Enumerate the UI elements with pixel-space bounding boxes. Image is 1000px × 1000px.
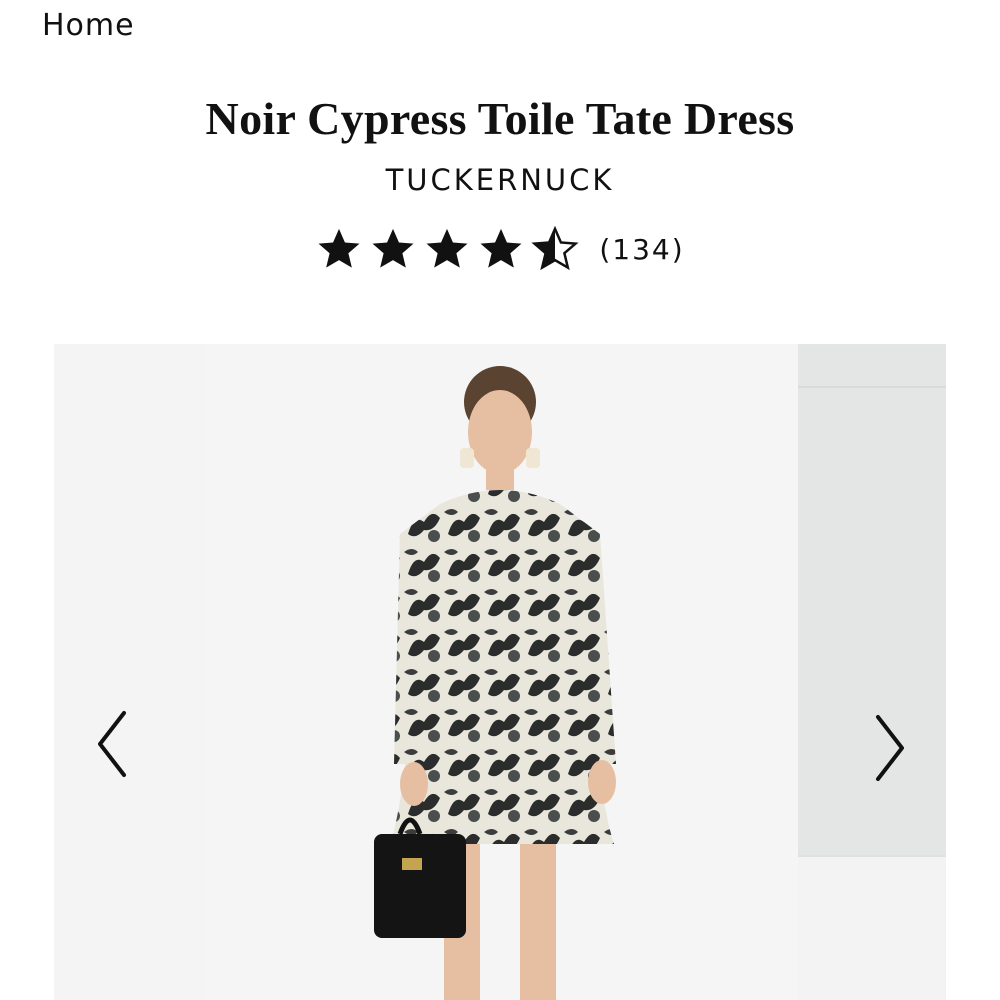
chevron-left-icon — [98, 711, 126, 777]
next-image-button[interactable] — [858, 708, 918, 788]
prev-image-button[interactable] — [84, 704, 144, 784]
previous-slide-image[interactable] — [54, 344, 204, 1000]
floor — [798, 855, 946, 1000]
model-photo — [374, 366, 616, 1000]
wall-molding — [798, 386, 946, 388]
half-star-icon — [531, 226, 579, 271]
star-icon — [318, 228, 360, 268]
product-image-gallery[interactable] — [0, 344, 1000, 1000]
product-brand[interactable]: TUCKERNUCK — [0, 163, 1000, 197]
star-icon — [372, 228, 414, 268]
star-rating — [315, 226, 579, 272]
next-slide-image[interactable] — [798, 344, 946, 1000]
product-rating[interactable]: (134) — [0, 226, 1000, 272]
star-icon — [426, 228, 468, 268]
breadcrumb-home[interactable]: Home — [42, 8, 135, 43]
product-image[interactable] — [204, 344, 798, 1000]
product-title: Noir Cypress Toile Tate Dress — [205, 93, 795, 144]
review-count[interactable]: (134) — [599, 233, 684, 266]
chevron-right-icon — [876, 715, 904, 781]
star-icon — [480, 228, 522, 268]
